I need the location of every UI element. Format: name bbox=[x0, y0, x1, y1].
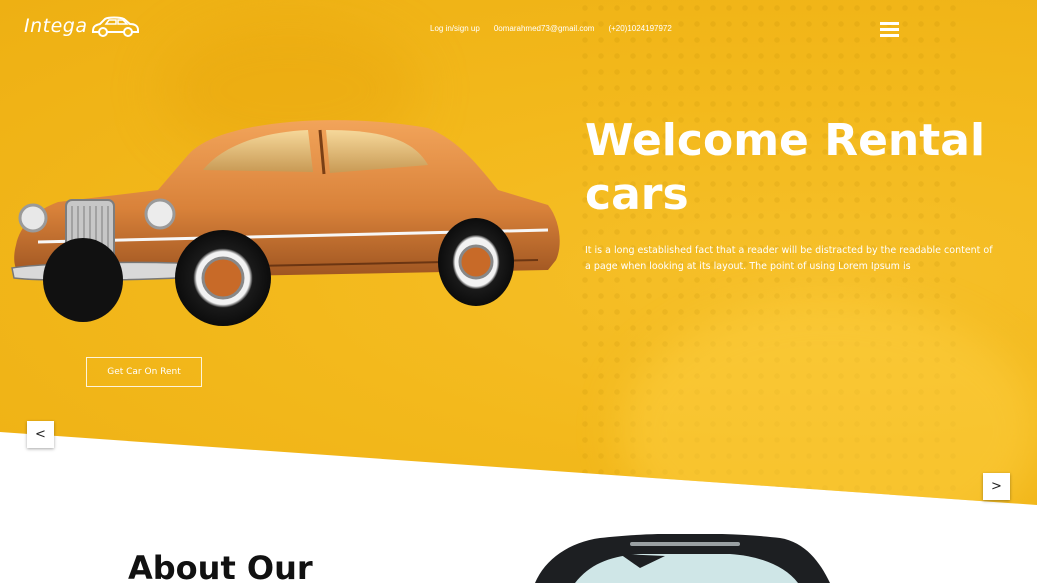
hero-car-image bbox=[11, 120, 560, 326]
brand-logo[interactable]: Intega bbox=[24, 14, 140, 38]
login-link[interactable]: Log in/sign up bbox=[430, 24, 480, 33]
get-car-on-rent-button[interactable]: Get Car On Rent bbox=[86, 357, 202, 387]
brand-name: Intega bbox=[24, 15, 88, 37]
top-nav: Log in/sign up 0omarahmed73@gmail.com (+… bbox=[430, 24, 672, 33]
email-link[interactable]: 0omarahmed73@gmail.com bbox=[494, 24, 595, 33]
hero-description: It is a long established fact that a rea… bbox=[585, 245, 993, 272]
phone-link[interactable]: (+20)1024197972 bbox=[608, 24, 671, 33]
about-section-title: About Our bbox=[128, 549, 313, 583]
hero-title: Welcome Rental cars bbox=[585, 115, 986, 220]
hamburger-icon[interactable] bbox=[880, 22, 899, 37]
car-logo-icon bbox=[91, 16, 139, 37]
slider-prev-button[interactable]: < bbox=[27, 421, 54, 448]
about-car-image bbox=[535, 534, 830, 583]
slider-next-button[interactable]: > bbox=[983, 473, 1010, 500]
